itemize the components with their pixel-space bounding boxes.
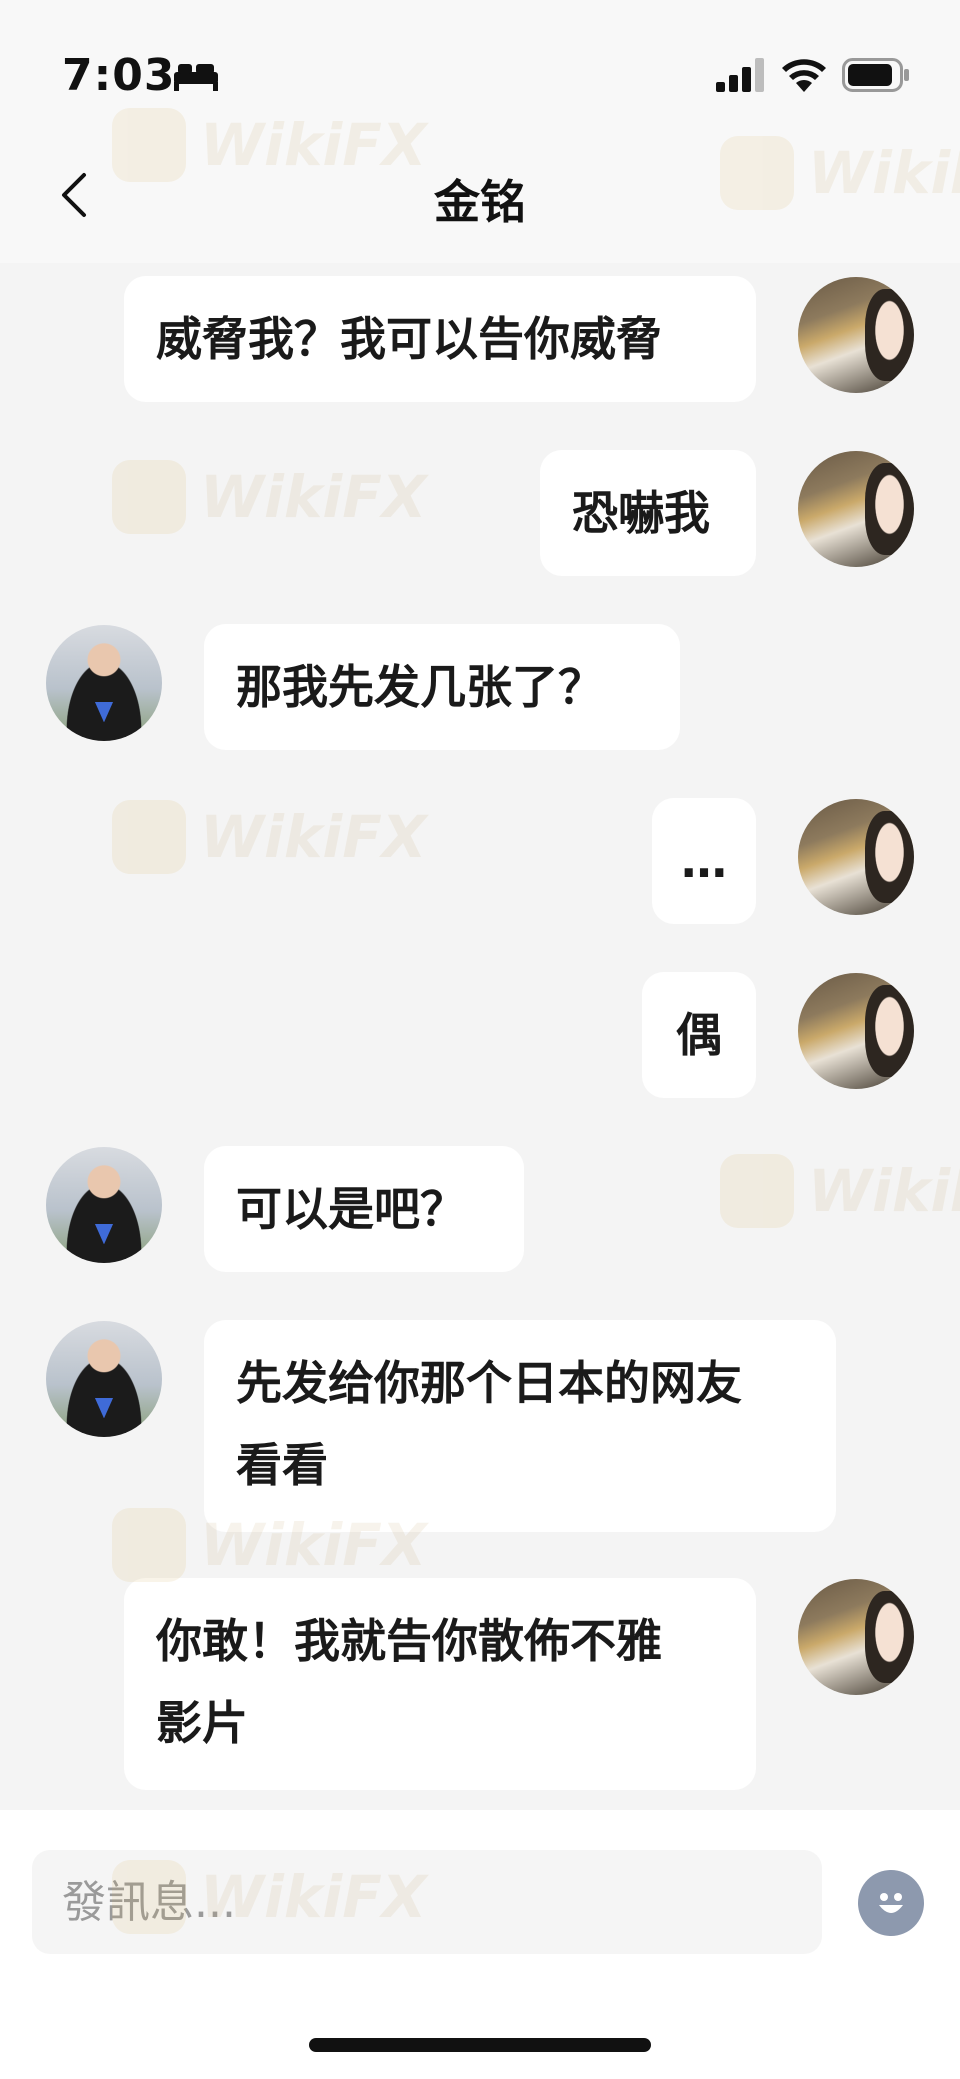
watermark-text: WikiFX <box>808 1157 960 1225</box>
message-bubble-sent[interactable]: … <box>652 798 756 924</box>
avatar-self[interactable] <box>798 1579 914 1695</box>
watermark: WikiFX <box>720 1154 960 1228</box>
message-bubble-sent[interactable]: 恐嚇我 <box>540 450 756 576</box>
avatar-contact[interactable] <box>46 1321 162 1437</box>
chat-contact-name: 金铭 <box>434 175 526 229</box>
avatar-self[interactable] <box>798 277 914 393</box>
watermark-text: WikiFX <box>200 803 427 871</box>
avatar-self[interactable] <box>798 973 914 1089</box>
home-indicator <box>309 2038 651 2052</box>
avatar-contact[interactable] <box>46 625 162 741</box>
avatar-contact[interactable] <box>46 1147 162 1263</box>
sleep-focus-icon <box>174 64 218 91</box>
message-bubble-received[interactable]: 那我先发几张了？ <box>204 624 680 750</box>
watermark-text: WikiFX <box>200 463 427 531</box>
message-bubble-sent[interactable]: 偶 <box>642 972 756 1098</box>
status-time: 7:03 <box>62 50 176 101</box>
wifi-icon <box>782 59 826 92</box>
top-bar: 7:03 金铭 <box>0 0 960 263</box>
avatar-self[interactable] <box>798 799 914 915</box>
emoji-button[interactable] <box>858 1870 924 1936</box>
chat-screen: 7:03 金铭 威脅我？我可以告你威脅 恐嚇我 那我先发几张了？ … 偶 可以是… <box>0 0 960 2079</box>
battery-icon <box>842 58 909 92</box>
message-bubble-received[interactable]: 先发给你那个日本的网友 看看 <box>204 1320 836 1532</box>
avatar-self[interactable] <box>798 451 914 567</box>
watermark: WikiFX <box>112 800 427 874</box>
message-bubble-sent[interactable]: 你敢！我就告你散佈不雅 影片 <box>124 1578 756 1790</box>
message-bubble-sent[interactable]: 威脅我？我可以告你威脅 <box>124 276 756 402</box>
message-input[interactable] <box>32 1850 822 1954</box>
message-bubble-received[interactable]: 可以是吧？ <box>204 1146 524 1272</box>
watermark: WikiFX <box>112 460 427 534</box>
cellular-signal-icon <box>716 58 764 92</box>
smiley-icon <box>879 1893 903 1913</box>
